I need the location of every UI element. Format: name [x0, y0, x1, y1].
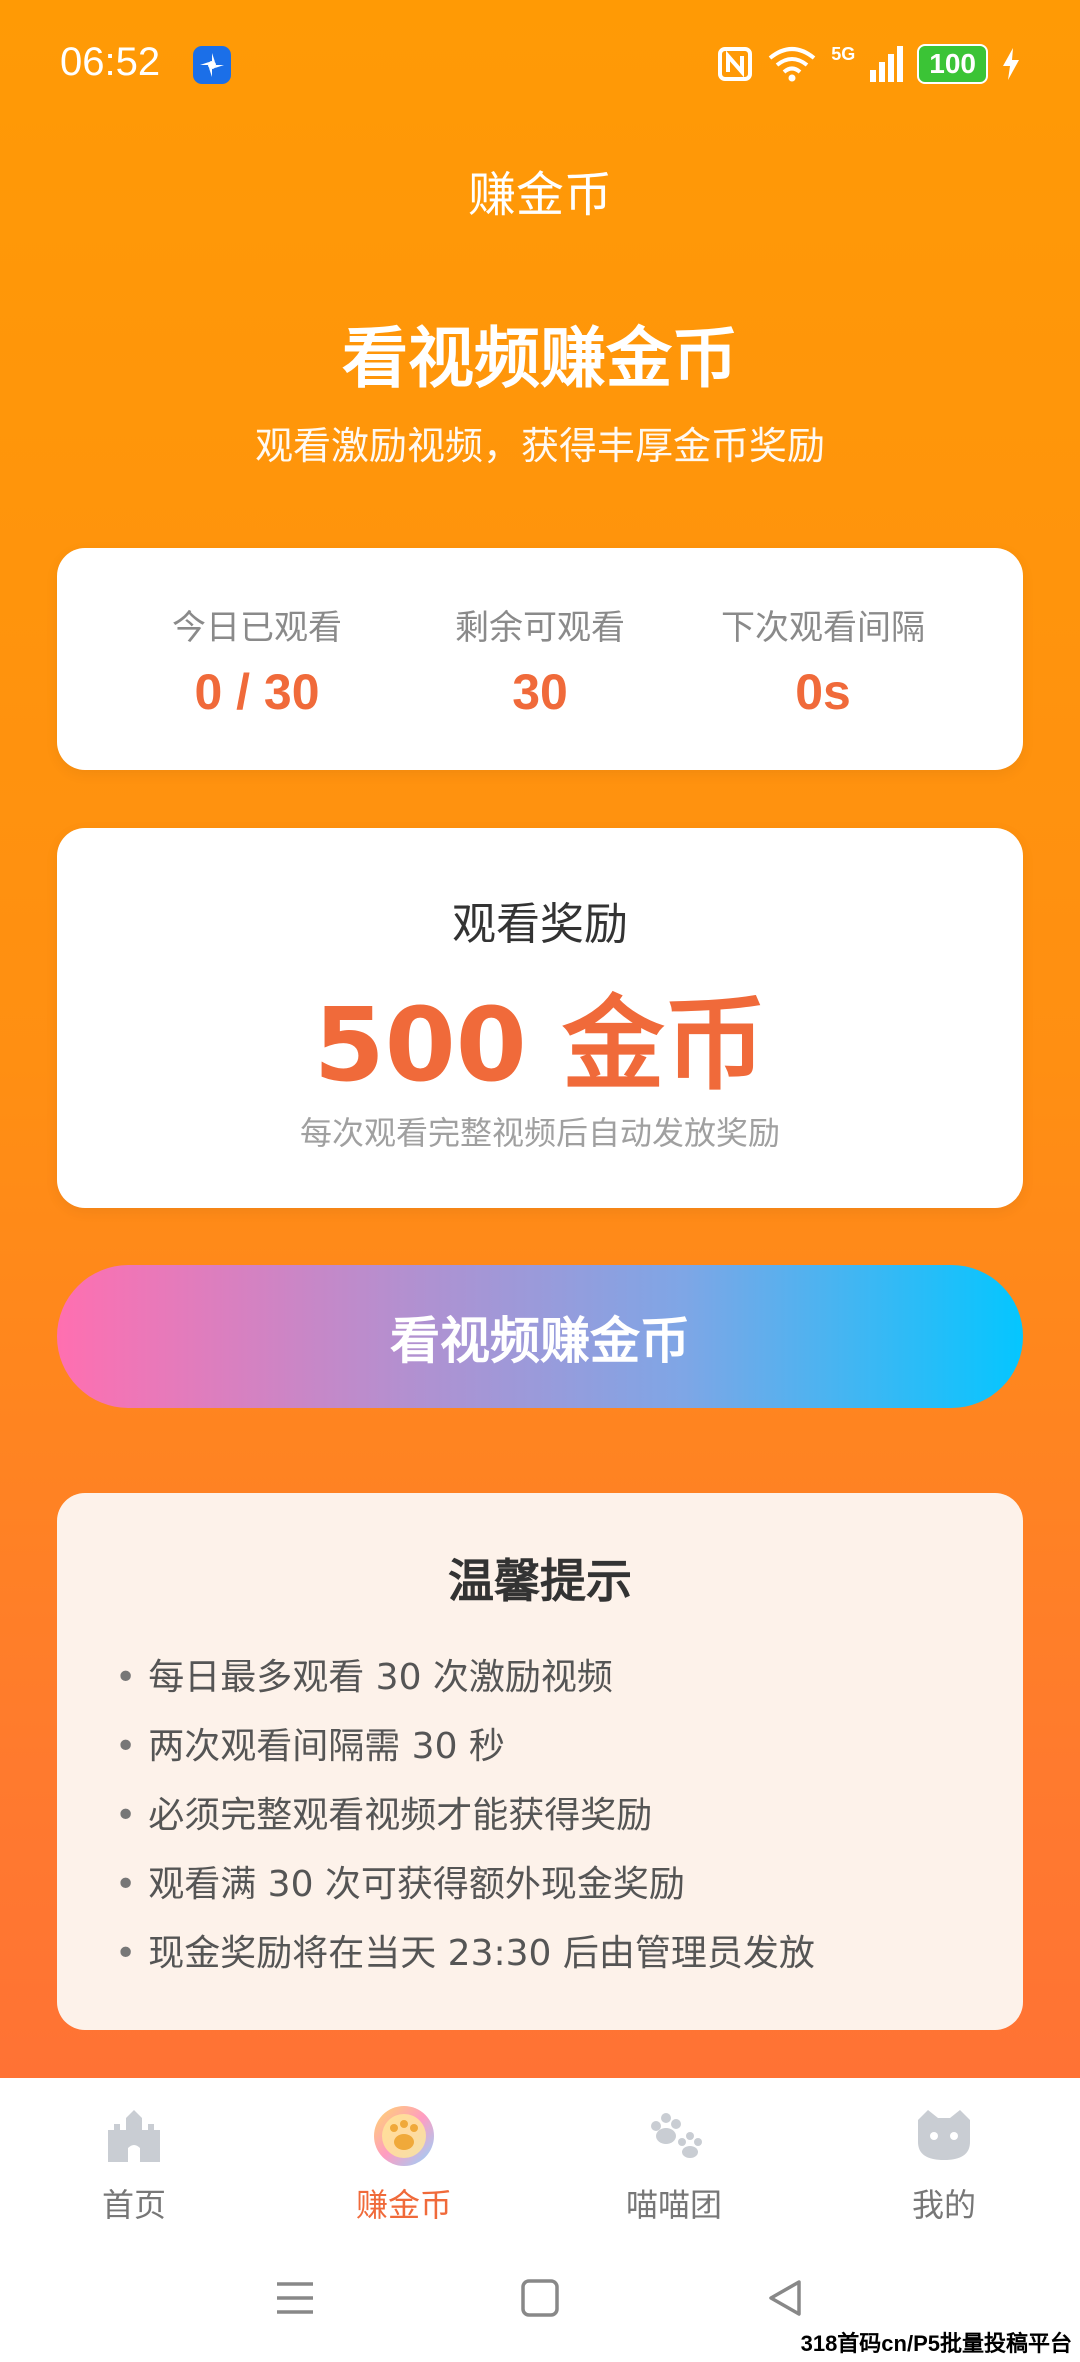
tips-title: 温馨提示	[448, 1554, 632, 1608]
status-icons: 5G 100	[717, 44, 1020, 84]
tab-profile[interactable]: 我的	[844, 2104, 1044, 2226]
tab-label: 喵喵团	[625, 2186, 722, 2224]
watermark: 318首码cn/P5批量投稿平台	[800, 2331, 1072, 2356]
menu-icon	[277, 2282, 313, 2314]
reward-label: 观看奖励	[452, 899, 628, 950]
stat-label: 今日已观看	[172, 608, 342, 648]
stat-value: 0s	[795, 664, 851, 720]
hero-title: 看视频赚金币	[342, 320, 738, 397]
coin-icon	[374, 2106, 434, 2166]
tab-label: 赚金币	[355, 2186, 452, 2224]
stat-value: 30	[512, 664, 568, 720]
charging-icon	[1003, 48, 1019, 80]
stat-watched-today: 今日已观看 0 / 30	[107, 600, 407, 721]
tab-home[interactable]: 首页	[34, 2104, 234, 2226]
stat-next-interval: 下次观看间隔 0s	[673, 600, 973, 721]
tip-item: 每日最多观看 30 次激励视频	[115, 1643, 815, 1712]
tip-item: 必须完整观看视频才能获得奖励	[115, 1781, 815, 1850]
watch-video-button[interactable]: 看视频赚金币	[57, 1265, 1023, 1408]
cat-face-icon	[918, 2110, 970, 2160]
tip-item: 观看满 30 次可获得额外现金奖励	[115, 1850, 815, 1919]
status-time: 06:52	[60, 40, 161, 84]
wifi-icon	[768, 47, 816, 82]
menu-button[interactable]	[255, 2258, 335, 2338]
stat-remaining: 剩余可观看 30	[390, 600, 690, 721]
reward-card: 观看奖励 500 金币 每次观看完整视频后自动发放奖励	[57, 828, 1023, 1208]
network-type-label: 5G	[831, 44, 856, 64]
app-notification-icon	[193, 46, 231, 84]
stat-label: 下次观看间隔	[721, 608, 925, 648]
battery-indicator: 100	[917, 44, 988, 84]
tips-list: 每日最多观看 30 次激励视频 两次观看间隔需 30 秒 必须完整观看视频才能获…	[115, 1643, 815, 1988]
back-triangle-icon	[769, 2280, 801, 2316]
nfc-icon	[718, 47, 753, 81]
tab-label: 我的	[911, 2186, 976, 2224]
tab-earn-coins[interactable]: 赚金币	[304, 2104, 504, 2226]
stat-value: 0 / 30	[194, 664, 320, 720]
page-title: 赚金币	[467, 167, 612, 223]
signal-icon	[870, 46, 904, 82]
tip-item: 两次观看间隔需 30 秒	[115, 1712, 815, 1781]
reward-description: 每次观看完整视频后自动发放奖励	[299, 1114, 780, 1152]
tip-item: 现金奖励将在当天 23:30 后由管理员发放	[115, 1919, 815, 1988]
reward-amount: 500 金币	[313, 986, 767, 1105]
tips-card: 温馨提示 每日最多观看 30 次激励视频 两次观看间隔需 30 秒 必须完整观看…	[57, 1493, 1023, 2030]
home-button[interactable]	[500, 2258, 580, 2338]
castle-icon	[108, 2110, 160, 2162]
paw-icon	[651, 2113, 702, 2158]
tab-meow-group[interactable]: 喵喵团	[574, 2104, 774, 2226]
stat-label: 剩余可观看	[455, 608, 625, 648]
hero-subtitle: 观看激励视频，获得丰厚金币奖励	[254, 424, 825, 468]
stats-card: 今日已观看 0 / 30 剩余可观看 30 下次观看间隔 0s	[57, 548, 1023, 770]
square-icon	[521, 2279, 559, 2317]
tab-label: 首页	[101, 2186, 166, 2224]
